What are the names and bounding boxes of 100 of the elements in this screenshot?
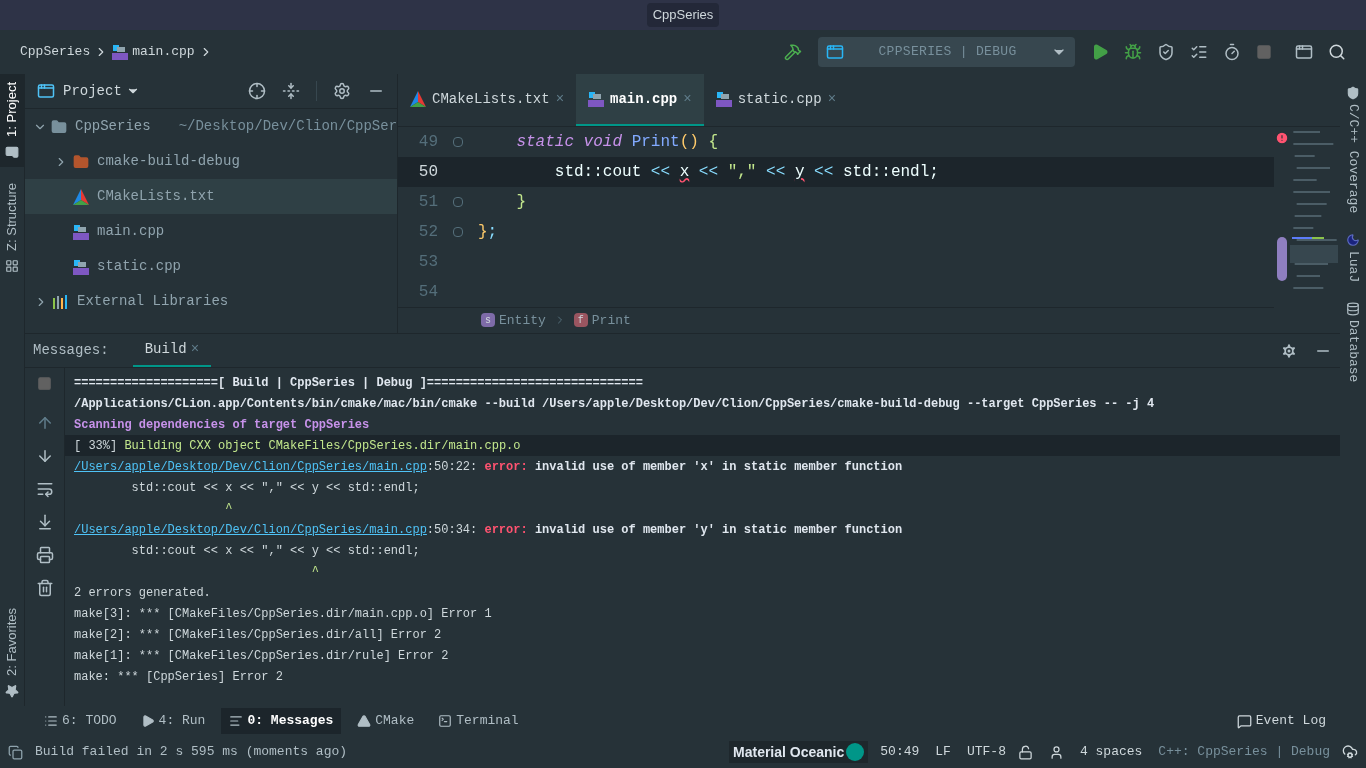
tree-item[interactable]: main.cpp [25,214,397,249]
tree-label: External Libraries [77,292,229,311]
side-tab[interactable]: 1: Project [0,74,24,167]
symbol-breadcrumb[interactable]: Print [591,310,631,331]
cpp-file-icon [112,44,129,60]
editor-tab[interactable]: static.cpp × [703,74,849,126]
tree-path: ~/Desktop/Dev/Clion/CppSer [178,117,397,136]
theme-indicator[interactable]: Material Oceanic [729,741,869,763]
scrollbar-thumb[interactable] [1277,237,1287,281]
folder-icon [73,153,89,170]
symbol-breadcrumb[interactable]: Entity [499,310,546,331]
output-line: ^ [224,500,234,518]
output-line: /Users/apple/Desktop/Dev/Clion/CppSeries/main.cpp:50:22: error: invalid use of member 'x' in static member function [73,458,904,476]
tool-window-tab[interactable]: Terminal [430,708,527,734]
editor-tab[interactable]: CMakeLists.txt × [398,74,577,126]
window-title: CppSeries [646,3,720,27]
play-icon [140,714,155,728]
cpp-file-icon [715,91,732,107]
folder-icon [5,144,19,159]
code-text: std::cout << x << "," << y << std::endl; [553,161,939,183]
tool-window-tab[interactable]: 0: Messages [221,708,342,734]
settings-icon[interactable] [1280,341,1298,360]
play-icon[interactable] [1091,43,1109,61]
tree-label: static.cpp [97,257,181,276]
output-line: make[3]: *** [CMakeFiles/CppSeries.dir/main.cpp.o] Error 1 [73,605,493,623]
panel-tab[interactable]: Build × [132,334,212,367]
output-line: 2 errors generated. [73,584,212,602]
side-tab[interactable]: Database [1343,302,1363,383]
symbol-badge: s [481,313,495,328]
tree-item[interactable]: CMakeLists.txt [25,179,397,214]
output-line: /Applications/CLion.app/Contents/bin/cmake/mac/bin/cmake --build /Users/apple/Desktop/Dev/Clion/CppSeries/cmake-build-debug --target CppSeries -- -j 4 [73,395,1156,413]
tool-window-tab[interactable]: 6: TODO [36,708,125,734]
project-view-dropdown[interactable]: Project [63,80,140,102]
tree-item[interactable]: static.cpp [25,249,397,284]
tree-item[interactable]: External Libraries [25,284,397,319]
person-icon[interactable] [1048,744,1064,760]
code-text: } [515,191,526,213]
triangle-icon [357,714,372,728]
line-number: 51 [417,191,438,213]
event-log-tab[interactable]: Event Log [1236,711,1326,731]
unlocked-icon[interactable] [1017,744,1033,760]
search-icon[interactable] [1328,43,1346,61]
bug-icon[interactable] [1124,43,1142,61]
resolve-context[interactable]: C++: CppSeries | Debug [1158,742,1330,762]
error-icon[interactable] [1275,131,1289,145]
locate-icon[interactable] [248,82,266,100]
side-tab[interactable]: 2: Favorites [0,600,24,706]
tree-item[interactable]: CppSeries ~/Desktop/Dev/Clion/CppSer [25,109,397,144]
database-icon [1346,302,1360,317]
folder-icon [51,118,67,135]
wrap-icon[interactable] [35,480,54,498]
lines-icon [229,714,244,728]
collapse-icon[interactable] [282,82,300,100]
line-number: 49 [417,132,438,153]
speech-bubble-icon [1236,713,1252,729]
output-line: std::cout << x << "," << y << std::endl; [130,479,421,497]
tree-item[interactable]: cmake-build-debug [25,144,397,179]
cloud-gear-icon[interactable] [1342,744,1358,760]
file-encoding[interactable]: UTF-8 [966,742,1006,762]
indent-setting[interactable]: 4 spaces [1079,742,1143,762]
code-text: }; [478,221,498,243]
output-line: std::cout << x << "," << y << std::endl; [130,542,421,560]
breadcrumb[interactable]: main.cpp [112,42,195,62]
output-line: make[2]: *** [CMakeFiles/CppSeries.dir/all] Error 2 [73,626,443,644]
star-icon [5,684,19,698]
moon-icon [1346,233,1360,248]
side-tab[interactable]: Z: Structure [0,174,24,281]
output-line: ====================[ Build | CppSeries | Debug ]============================== [73,374,644,392]
settings-icon[interactable] [333,82,351,100]
output-line: make[1]: *** [CMakeFiles/CppSeries.dir/rule] Error 2 [73,647,450,665]
symbol-badge: f [573,313,588,328]
side-tab[interactable]: LuaJ [1343,233,1363,283]
panel-icon [37,82,55,100]
copy-icon[interactable] [8,744,23,760]
output-line: make: *** [CppSeries] Error 2 [73,668,284,686]
editor-tab[interactable]: main.cpp × [576,74,704,126]
output-line: /Users/apple/Desktop/Dev/Clion/CppSeries/main.cpp:50:34: error: invalid use of member 'y' in static member function [73,521,904,539]
printer-icon[interactable] [35,546,54,564]
line-separator[interactable]: LF [935,742,951,762]
tree-label: CMakeLists.txt [97,187,215,206]
breadcrumb[interactable]: CppSeries [20,42,91,62]
tree-label: cmake-build-debug [97,152,240,171]
tool-window-tab[interactable]: CMake [349,708,423,734]
caret-position[interactable]: 50:49 [880,742,920,762]
libraries-icon [53,294,69,309]
output-line: Scanning dependencies of target CppSeries [73,416,371,434]
triangle-file-icon [73,188,89,205]
line-number: 52 [417,221,438,243]
side-tab[interactable]: C/C++ Coverage [1343,86,1363,214]
hammer-icon[interactable] [784,43,802,61]
list-icon [44,714,58,728]
line-number: 53 [417,251,438,273]
output-line: ^ [310,563,320,581]
tool-window-tab[interactable]: 4: Run [132,708,214,734]
triangle-file-icon [410,91,426,107]
cpp-file-icon [73,223,89,240]
cpp-file-icon [73,258,89,275]
line-number: 50 [417,161,438,183]
cpp-file-icon [588,91,605,107]
trash-icon[interactable] [35,579,54,597]
